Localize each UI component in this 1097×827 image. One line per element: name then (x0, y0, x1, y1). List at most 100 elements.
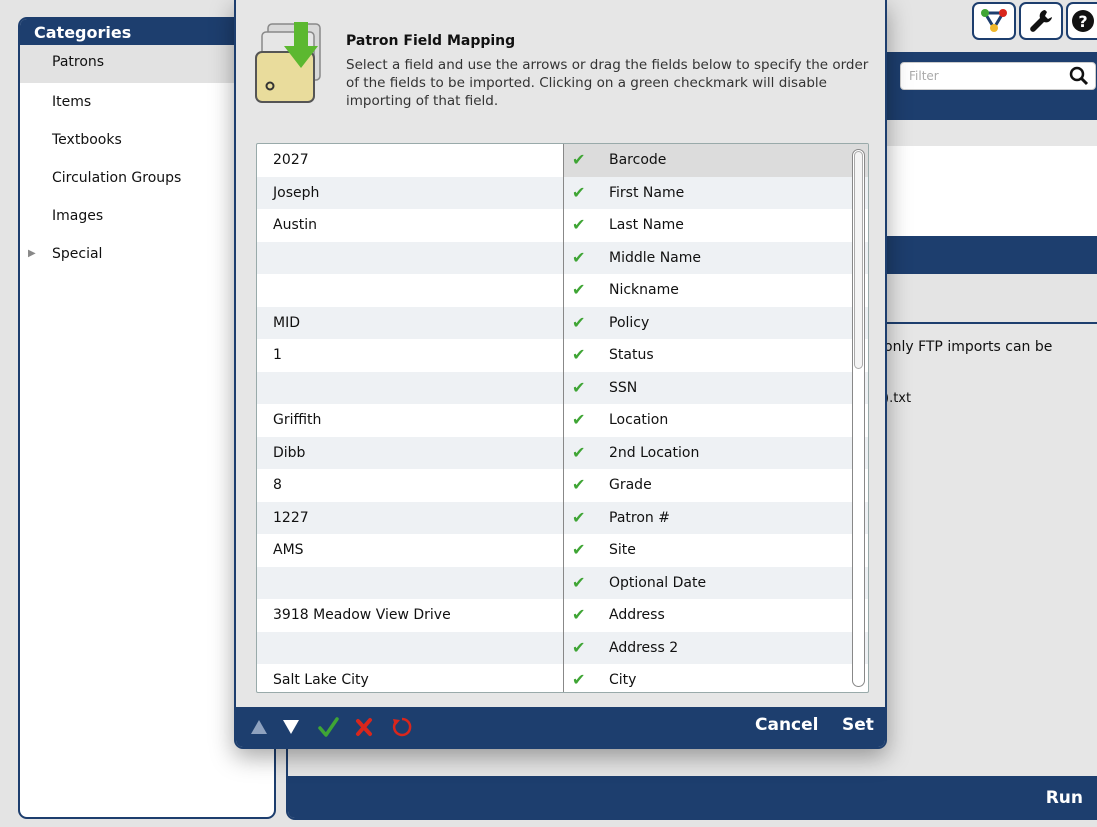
field-row[interactable]: ✔ Site (564, 534, 868, 567)
field-row[interactable]: ✔ 2nd Location (564, 436, 868, 470)
sample-value-cell: AMS (273, 542, 304, 558)
table-scrollbar[interactable] (852, 149, 865, 687)
svg-text:?: ? (1078, 12, 1087, 31)
field-row[interactable]: ✔ Middle Name (564, 241, 868, 275)
sample-value-cell: Salt Lake City (273, 672, 369, 688)
sample-values-column: 2027 Joseph Austin MID 1 Griffith Dibb 8 1227 AMS… (257, 144, 563, 692)
category-label: Images (52, 208, 104, 224)
move-down-button[interactable] (280, 713, 302, 741)
search-icon[interactable] (1069, 66, 1089, 86)
field-row[interactable]: ✔ City (564, 664, 868, 692)
scrollbar-thumb[interactable] (854, 151, 863, 369)
sample-value-cell: 1 (273, 347, 282, 363)
filter-input[interactable]: Filter (900, 62, 1096, 90)
dialog-footer: Cancel Set (236, 707, 885, 747)
checkmark-icon[interactable]: ✔ (572, 664, 585, 692)
field-name-label: Address 2 (609, 639, 679, 656)
sample-value-cell: 8 (273, 477, 282, 493)
records-panel-header: Filter (874, 54, 1097, 120)
field-row[interactable]: ✔ Address 2 (564, 631, 868, 665)
disclosure-triangle-icon[interactable]: ▶ (28, 235, 36, 273)
field-row[interactable]: ✔ Nickname (564, 274, 868, 307)
checkmark-icon[interactable]: ✔ (572, 307, 585, 340)
checkmark-icon[interactable]: ✔ (572, 242, 585, 275)
checkmark-icon[interactable]: ✔ (572, 144, 585, 177)
checkmark-icon[interactable]: ✔ (572, 632, 585, 665)
cancel-button[interactable]: Cancel (755, 715, 818, 735)
network-icon (981, 9, 1007, 32)
checkmark-icon[interactable]: ✔ (572, 567, 585, 600)
sample-value-cell: 3918 Meadow View Drive (273, 607, 451, 623)
wrench-icon (1030, 10, 1052, 32)
sample-value-cell: MID (257, 306, 563, 339)
sample-value-cell: Dibb (257, 436, 563, 469)
field-name-label: Optional Date (609, 574, 707, 591)
settings-button[interactable] (1019, 2, 1063, 40)
field-row[interactable]: ✔ Optional Date (564, 566, 868, 600)
checkmark-icon[interactable]: ✔ (572, 274, 585, 307)
field-name-label: Site (609, 542, 636, 558)
field-row[interactable]: ✔ Address (564, 599, 868, 632)
field-name-label: Barcode (609, 152, 667, 168)
field-row[interactable]: ✔ Patron # (564, 501, 868, 535)
records-panel-footer (874, 236, 1097, 272)
category-label: Textbooks (52, 132, 122, 148)
import-filename-text: ).txt (884, 391, 912, 406)
field-row[interactable]: ✔ Policy (564, 306, 868, 340)
help-button[interactable]: ? (1066, 2, 1097, 40)
field-row[interactable]: ✔ Location (564, 404, 868, 437)
triangle-down-icon (283, 720, 299, 734)
field-row[interactable]: ✔ First Name (564, 176, 868, 210)
reset-button[interactable] (390, 713, 414, 741)
set-button[interactable]: Set (842, 715, 874, 735)
field-row[interactable]: ✔ Status (564, 339, 868, 372)
checkmark-icon[interactable]: ✔ (572, 599, 585, 632)
records-header-row (874, 120, 1097, 146)
checkmark-icon[interactable]: ✔ (572, 437, 585, 470)
field-name-label: Middle Name (609, 249, 701, 266)
field-name-label: Patron # (609, 509, 670, 526)
checkmark-icon (318, 717, 339, 737)
triangle-up-icon (251, 720, 267, 734)
filter-placeholder: Filter (909, 69, 939, 83)
checkmark-icon[interactable]: ✔ (572, 534, 585, 567)
field-row[interactable]: ✔ Grade (564, 469, 868, 502)
move-up-button[interactable] (248, 713, 270, 741)
sample-value-cell (257, 241, 563, 274)
sample-value-cell (257, 566, 563, 599)
field-name-label: 2nd Location (609, 444, 700, 461)
import-folder-icon (255, 22, 321, 103)
field-mapping-dialog: Patron Field Mapping Select a field and … (234, 0, 887, 749)
import-options-footer: Run (288, 776, 1097, 818)
network-button[interactable] (972, 2, 1016, 40)
records-panel: Filter (872, 52, 1097, 274)
sample-value-cell: Austin (273, 217, 317, 233)
category-label: Items (52, 94, 92, 110)
checkmark-icon[interactable]: ✔ (572, 209, 585, 242)
sample-value-cell: 1227 (257, 501, 563, 534)
field-mapping-table: 2027 Joseph Austin MID 1 Griffith Dibb 8 1227 AMS… (256, 143, 869, 693)
checkmark-icon[interactable]: ✔ (572, 339, 585, 372)
checkmark-icon[interactable]: ✔ (572, 372, 585, 405)
sample-value-cell: Joseph (257, 176, 563, 209)
category-label: Special (52, 246, 103, 262)
field-name-label: City (609, 672, 637, 688)
checkmark-icon[interactable]: ✔ (572, 404, 585, 437)
dialog-description: Select a field and use the arrows or dra… (346, 57, 869, 109)
import-note-text: only FTP imports can be (884, 339, 1053, 355)
enable-all-button[interactable] (316, 713, 340, 741)
x-mark-icon (356, 718, 372, 736)
checkmark-icon[interactable]: ✔ (572, 502, 585, 535)
field-row[interactable]: ✔ Barcode (564, 144, 868, 177)
field-row[interactable]: ✔ SSN (564, 371, 868, 405)
sample-value-cell: 2027 (273, 152, 309, 168)
disable-all-button[interactable] (352, 713, 376, 741)
field-row[interactable]: ✔ Last Name (564, 209, 868, 242)
run-button[interactable]: Run (1046, 788, 1083, 808)
dialog-title: Patron Field Mapping (346, 33, 516, 49)
field-name-label: SSN (609, 379, 638, 396)
checkmark-icon[interactable]: ✔ (572, 177, 585, 210)
checkmark-icon[interactable]: ✔ (572, 469, 585, 502)
field-name-label: First Name (609, 184, 685, 201)
field-names-column: ✔ Barcode ✔ First Name ✔ Last Name ✔ Middle Nam… (564, 144, 868, 692)
